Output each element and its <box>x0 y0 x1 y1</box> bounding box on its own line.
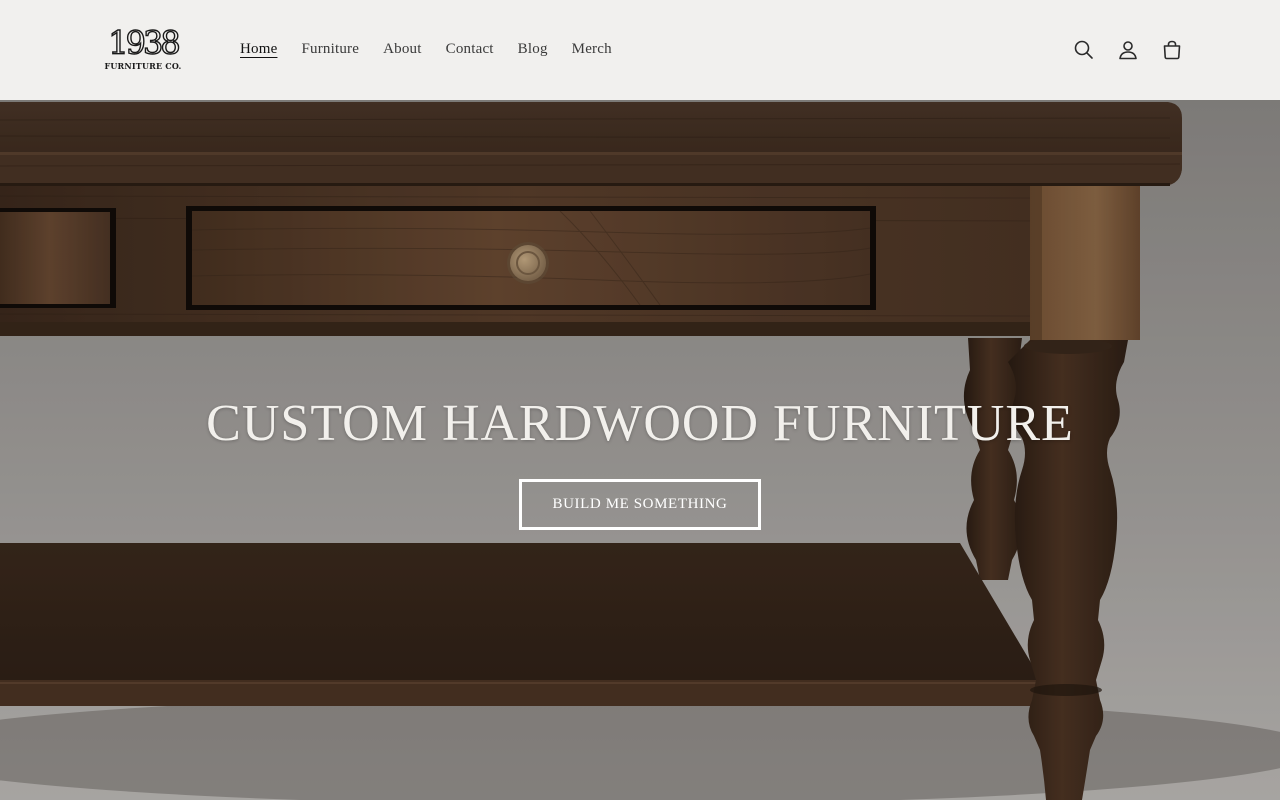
search-icon <box>1074 40 1093 59</box>
cart-button[interactable] <box>1150 28 1194 72</box>
account-button[interactable] <box>1106 28 1150 72</box>
nav-link-merch[interactable]: Merch <box>560 38 624 62</box>
header-icons <box>1062 28 1194 72</box>
site-logo[interactable]: 1938 FURNITURE CO. <box>100 25 186 72</box>
site-header: 1938 FURNITURE CO. Home Furniture About … <box>0 0 1280 100</box>
nav-link-home[interactable]: Home <box>228 38 289 62</box>
hero-banner: CUSTOM HARDWOOD FURNITURE BUILD ME SOMET… <box>0 100 1280 800</box>
nav-link-blog[interactable]: Blog <box>506 38 560 62</box>
build-me-something-button[interactable]: BUILD ME SOMETHING <box>519 479 761 530</box>
nav-link-furniture[interactable]: Furniture <box>289 38 371 62</box>
nav-link-about[interactable]: About <box>371 38 434 62</box>
main-nav: Home Furniture About Contact Blog Merch <box>228 38 624 62</box>
logo-number: 1938 <box>108 24 182 62</box>
search-button[interactable] <box>1062 28 1106 72</box>
account-icon <box>1119 41 1137 60</box>
cart-icon <box>1163 40 1181 60</box>
logo-subtitle: FURNITURE CO. <box>104 61 182 71</box>
nav-link-contact[interactable]: Contact <box>434 38 506 62</box>
hero-title: CUSTOM HARDWOOD FURNITURE <box>206 395 1074 452</box>
